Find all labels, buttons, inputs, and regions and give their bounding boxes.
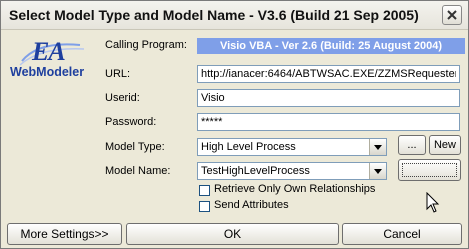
dialog-window: Select Model Type and Model Name - V3.6 … [0,0,469,249]
title-bar[interactable]: Select Model Type and Model Name - V3.6 … [1,1,468,30]
cancel-button[interactable]: Cancel [342,223,462,245]
model-name-action-button[interactable] [398,159,461,181]
close-button[interactable] [442,5,462,25]
focus-rectangle [402,163,457,177]
new-model-type-button[interactable]: New [429,135,461,155]
retrieve-own-label[interactable]: Retrieve Only Own Relationships [214,183,375,195]
ea-webmodeler-logo: EA WebModeler [10,37,102,83]
password-label: Password: [105,116,157,128]
chevron-down-icon [374,145,382,150]
model-type-dropdown-button[interactable] [369,139,386,155]
model-name-value: TestHighLevelProcess [201,165,310,177]
window-title: Select Model Type and Model Name - V3.6 … [9,7,419,23]
url-label: URL: [105,68,131,80]
calling-program-label: Calling Program: [105,39,187,51]
model-type-label: Model Type: [105,141,165,153]
model-name-dropdown-button[interactable] [369,163,386,179]
retrieve-own-checkbox[interactable] [199,185,210,196]
password-input[interactable] [197,113,460,131]
model-type-value: High Level Process [201,141,296,153]
more-settings-button[interactable]: More Settings>> [7,223,122,245]
chevron-down-icon [374,169,382,174]
mouse-pointer-icon [426,192,440,213]
send-attributes-checkbox[interactable] [199,201,210,212]
url-input[interactable] [197,65,460,83]
ok-button[interactable]: OK [126,223,339,245]
userid-label: Userid: [105,92,140,104]
logo-webmodeler-text: WebModeler [10,65,85,79]
model-name-label: Model Name: [105,165,171,177]
model-type-select[interactable]: High Level Process [197,138,387,156]
send-attributes-label[interactable]: Send Attributes [214,199,289,211]
calling-program-value: Visio VBA - Ver 2.6 (Build: 25 August 20… [197,38,465,54]
userid-input[interactable] [197,89,460,107]
browse-model-type-button[interactable]: ... [398,135,426,155]
logo-ea-text: EA [32,37,66,66]
model-name-select[interactable]: TestHighLevelProcess [197,162,387,180]
close-icon [447,10,457,20]
